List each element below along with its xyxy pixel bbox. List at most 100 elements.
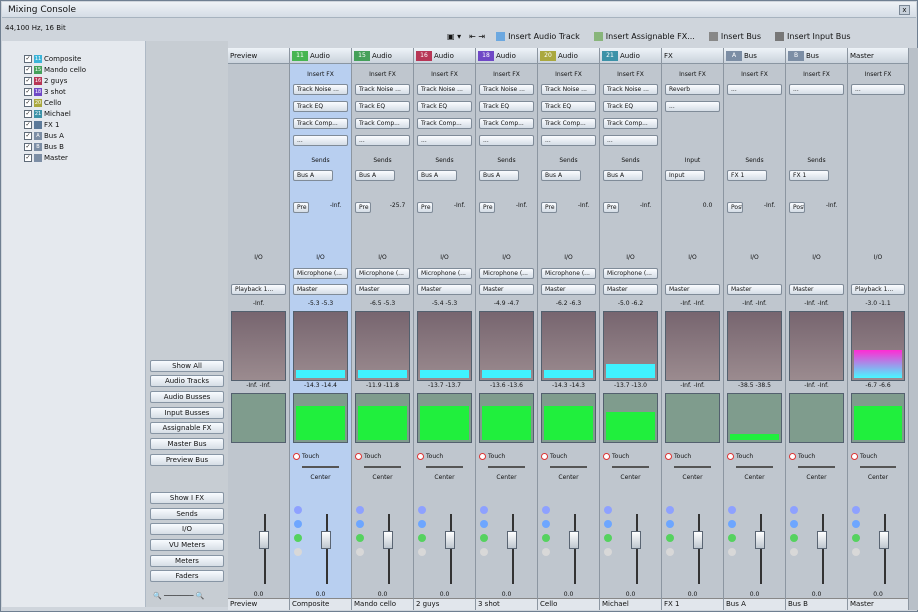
fx-slot-button[interactable]: ... — [417, 135, 472, 146]
channel-header[interactable]: 15 Audio — [352, 48, 413, 64]
fx-slot-button[interactable]: Track Noise ... — [541, 84, 596, 95]
mixer-channel[interactable]: A Bus Insert FX... Sends FX 1 Post -Inf. I/O Mas… — [724, 48, 786, 610]
insert-audio-track-button[interactable]: Insert Audio Track — [493, 30, 583, 43]
input-device-button[interactable]: Microphone (... — [417, 268, 472, 279]
track-control-icon[interactable] — [480, 506, 488, 514]
fx-slot-button[interactable]: Track Comp... — [603, 118, 658, 129]
channel-name[interactable]: Mando cello — [352, 598, 413, 610]
send-destination-button[interactable]: Bus A — [293, 170, 333, 181]
fx-slot-button[interactable]: Track EQ — [541, 101, 596, 112]
fx-slot-button[interactable]: Track Noise ... — [603, 84, 658, 95]
tree-item[interactable]: ✓ 16 2 guys — [24, 75, 145, 86]
fx-slot-button[interactable]: Track EQ — [479, 101, 534, 112]
tree-item[interactable]: ✓ 20 Cello — [24, 97, 145, 108]
fx-slot-button[interactable]: Track Comp... — [479, 118, 534, 129]
mixer-channel[interactable]: 11 Audio Insert FX Track Noise ... Track EQ T… — [290, 48, 352, 610]
channel-name[interactable]: 3 shot — [476, 598, 537, 610]
output-button[interactable]: Master — [665, 284, 720, 295]
channel-header[interactable]: 11 Audio — [290, 48, 351, 64]
send-destination-button[interactable]: Bus A — [479, 170, 519, 181]
automation-mode[interactable]: Touch — [789, 453, 815, 460]
automation-mode[interactable]: Touch — [851, 453, 877, 460]
input-device-button[interactable]: Microphone (... — [541, 268, 596, 279]
track-control-icon[interactable] — [294, 520, 302, 528]
fx-slot-button[interactable]: Track Noise ... — [417, 84, 472, 95]
track-control-icon[interactable] — [790, 548, 798, 556]
track-control-icon[interactable] — [790, 520, 798, 528]
track-control-icon[interactable] — [790, 506, 798, 514]
channel-header[interactable]: 20 Audio — [538, 48, 599, 64]
input-device-button[interactable]: Microphone (... — [603, 268, 658, 279]
channel-header[interactable]: 16 Audio — [414, 48, 475, 64]
automation-mode[interactable]: Touch — [355, 453, 381, 460]
sidebar-button[interactable]: Audio Busses — [150, 391, 224, 403]
output-button[interactable]: Master — [789, 284, 844, 295]
pre-post-button[interactable]: Post — [727, 202, 743, 213]
volume-fader[interactable] — [259, 531, 269, 549]
pan-slider[interactable] — [674, 466, 711, 468]
fx-slot-button[interactable]: ... — [665, 101, 720, 112]
channel-header[interactable]: 18 Audio — [476, 48, 537, 64]
fx-slot-button[interactable]: Track Noise ... — [293, 84, 348, 95]
track-control-icon[interactable] — [790, 534, 798, 542]
pan-slider[interactable] — [860, 466, 896, 468]
fx-slot-button[interactable]: ... — [727, 84, 782, 95]
pan-slider[interactable] — [798, 466, 835, 468]
track-control-icon[interactable] — [604, 520, 612, 528]
pre-post-button[interactable]: Post — [789, 202, 805, 213]
fx-slot-button[interactable]: Track Comp... — [417, 118, 472, 129]
input-device-button[interactable]: Microphone (... — [479, 268, 534, 279]
checkbox[interactable]: ✓ — [24, 153, 32, 162]
mixer-channel[interactable]: 18 Audio Insert FX Track Noise ... Track EQ T… — [476, 48, 538, 610]
volume-fader[interactable] — [817, 531, 827, 549]
output-button[interactable]: Master — [355, 284, 410, 295]
channel-header[interactable]: Master — [848, 48, 908, 64]
volume-fader[interactable] — [383, 531, 393, 549]
track-control-icon[interactable] — [356, 548, 364, 556]
sidebar-button[interactable]: Faders — [150, 570, 224, 582]
automation-mode[interactable]: Touch — [417, 453, 443, 460]
checkbox[interactable]: ✓ — [24, 131, 32, 140]
track-control-icon[interactable] — [294, 548, 302, 556]
sidebar-button[interactable]: I/O — [150, 523, 224, 535]
track-control-icon[interactable] — [604, 506, 612, 514]
track-control-icon[interactable] — [480, 520, 488, 528]
pan-slider[interactable] — [550, 466, 587, 468]
pan-slider[interactable] — [736, 466, 773, 468]
track-control-icon[interactable] — [728, 520, 736, 528]
send-destination-button[interactable]: Bus A — [603, 170, 643, 181]
input-device-button[interactable]: Microphone (... — [355, 268, 410, 279]
channel-name[interactable]: 2 guys — [414, 598, 475, 610]
fx-slot-button[interactable]: ... — [851, 84, 905, 95]
channel-name[interactable]: FX 1 — [662, 598, 723, 610]
fx-slot-button[interactable]: ... — [541, 135, 596, 146]
tree-item[interactable]: ✓ A Bus A — [24, 130, 145, 141]
track-control-icon[interactable] — [294, 534, 302, 542]
checkbox[interactable]: ✓ — [24, 87, 32, 96]
fx-slot-button[interactable]: Track Comp... — [541, 118, 596, 129]
mixer-channel[interactable]: 20 Audio Insert FX Track Noise ... Track EQ T… — [538, 48, 600, 610]
sidebar-button[interactable]: Meters — [150, 555, 224, 567]
pre-post-button[interactable]: Pre — [355, 202, 371, 213]
fx-slot-button[interactable]: ... — [603, 135, 658, 146]
track-control-icon[interactable] — [852, 520, 860, 528]
track-control-icon[interactable] — [604, 548, 612, 556]
track-control-icon[interactable] — [852, 548, 860, 556]
volume-fader[interactable] — [879, 531, 889, 549]
fx-slot-button[interactable]: ... — [789, 84, 844, 95]
output-button[interactable]: Playback 1... — [851, 284, 905, 295]
channel-name[interactable]: Michael — [600, 598, 661, 610]
mixer-channel[interactable]: 16 Audio Insert FX Track Noise ... Track EQ T… — [414, 48, 476, 610]
track-control-icon[interactable] — [728, 534, 736, 542]
track-control-icon[interactable] — [728, 548, 736, 556]
sidebar-button[interactable]: Input Busses — [150, 407, 224, 419]
send-destination-button[interactable]: FX 1 — [789, 170, 829, 181]
output-button[interactable]: Master — [293, 284, 348, 295]
output-button[interactable]: Master — [541, 284, 596, 295]
track-control-icon[interactable] — [480, 548, 488, 556]
volume-fader[interactable] — [507, 531, 517, 549]
automation-mode[interactable]: Touch — [479, 453, 505, 460]
tree-item[interactable]: ✓ FX 1 — [24, 119, 145, 130]
pre-post-button[interactable]: Pre — [417, 202, 433, 213]
mixer-channel[interactable]: B Bus Insert FX... Sends FX 1 Post -Inf. I/O Mas… — [786, 48, 848, 610]
